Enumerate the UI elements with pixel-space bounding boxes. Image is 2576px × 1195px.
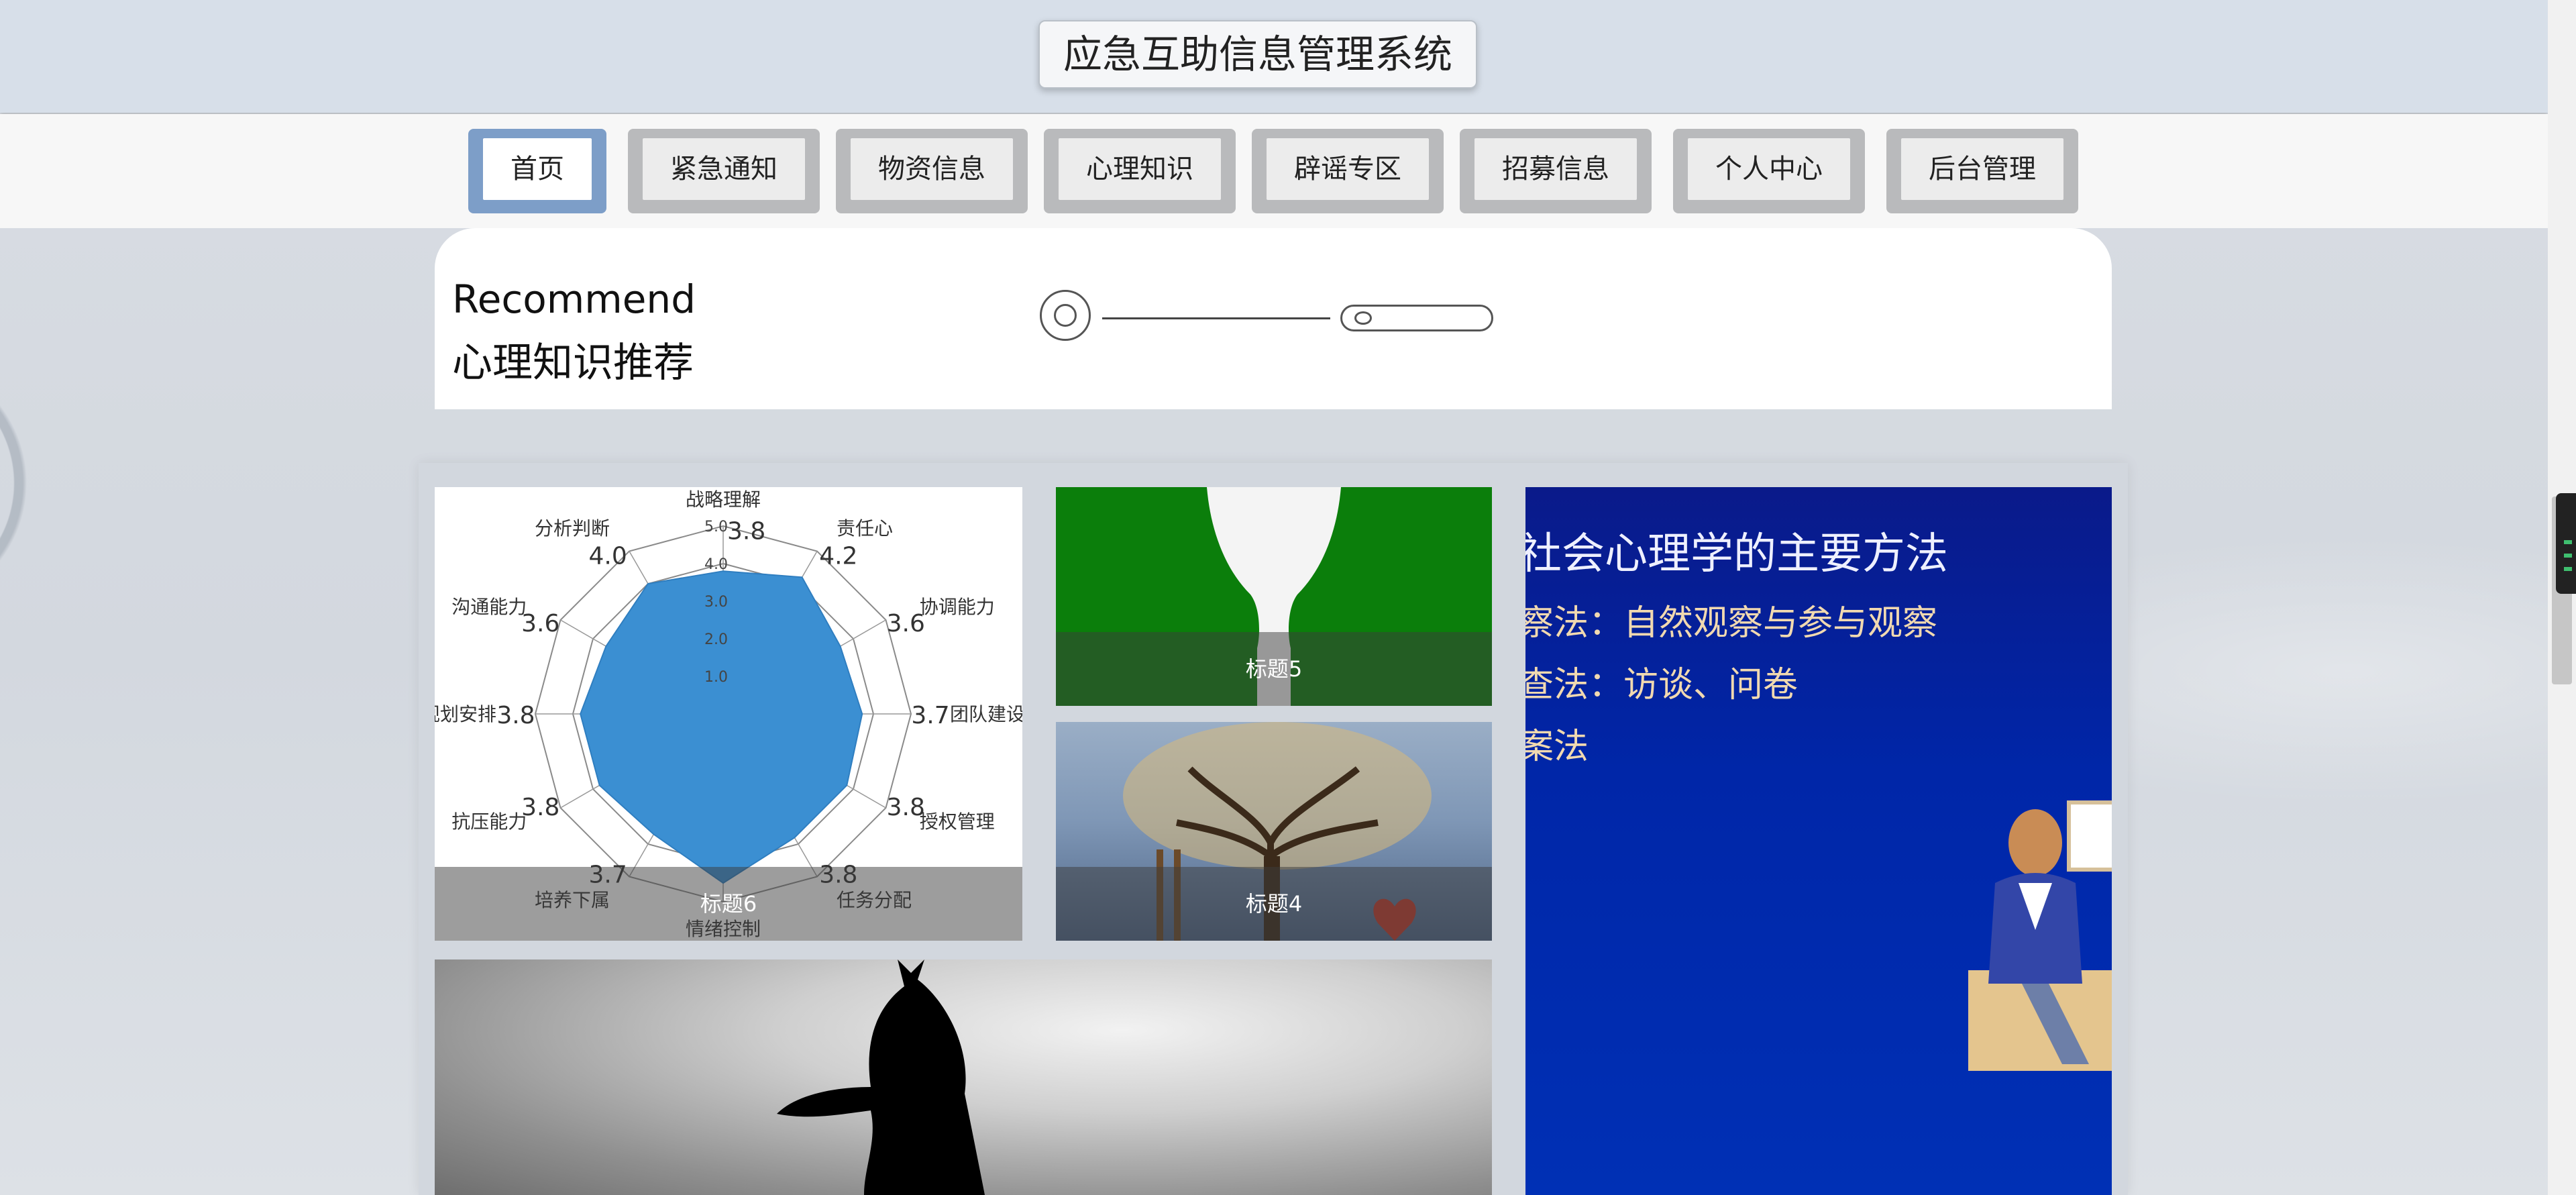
nav-recruitment-label: 招募信息 (1474, 138, 1637, 200)
teacher-illustration (1968, 800, 2112, 1071)
nav-personal-center-label: 个人中心 (1688, 138, 1850, 200)
radar-value-label: 3.6 (521, 610, 559, 637)
nav-emergency-notice-label: 紧急通知 (643, 138, 805, 200)
recommend-title-cn: 心理知识推荐 (452, 340, 694, 386)
recommend-gallery: 战略理解责任心协调能力团队建设授权管理任务分配情绪控制培养下属抗压能力规划安排沟… (419, 463, 2128, 1195)
radar-axis-label: 分析判断 (535, 517, 610, 539)
page-scrollbar[interactable] (2548, 0, 2576, 1195)
nav-home[interactable]: 首页 (468, 129, 606, 213)
radar-axis-label: 授权管理 (920, 811, 995, 833)
radar-scale-label: 3.0 (704, 594, 728, 611)
nav-recruitment[interactable]: 招募信息 (1460, 129, 1652, 213)
radar-axis-label: 战略理解 (686, 488, 761, 511)
recommend-title-en: Recommend (452, 276, 696, 322)
radar-value-label: 3.8 (727, 518, 765, 545)
radar-scale-label: 4.0 (704, 556, 728, 573)
gallery-tile-cat[interactable] (435, 959, 1492, 1195)
gallery-caption: 标题6 (435, 867, 1022, 941)
nav-personal-center[interactable]: 个人中心 (1673, 129, 1865, 213)
nav-supplies[interactable]: 物资信息 (836, 129, 1028, 213)
gallery-caption: 标题4 (1056, 867, 1492, 941)
radar-value-label: 3.7 (911, 702, 949, 729)
social-psychology-slide-image: 社会心理学的主要方法 察法：自然观察与参与观察 查法：访谈、问卷 案法 (1525, 487, 2112, 1195)
radar-area (580, 570, 863, 884)
radar-axis-label: 抗压能力 (451, 811, 527, 833)
decorative-inner-ring (1054, 304, 1077, 327)
recommend-section: Recommend 心理知识推荐 (435, 228, 2112, 409)
cat-silhouette-image (777, 959, 985, 1195)
decorative-pill-dot (1354, 311, 1372, 325)
radar-scale-label: 1.0 (704, 669, 728, 686)
nav-psychology-label: 心理知识 (1059, 138, 1221, 200)
nav-supplies-label: 物资信息 (851, 138, 1013, 200)
nav-admin-label: 后台管理 (1901, 138, 2063, 200)
radar-axis-label: 规划安排 (435, 703, 496, 725)
gallery-tile-radar[interactable]: 战略理解责任心协调能力团队建设授权管理任务分配情绪控制培养下属抗压能力规划安排沟… (435, 487, 1022, 941)
site-title: 应急互助信息管理系统 (1038, 20, 1477, 89)
main-nav: 首页 紧急通知 物资信息 心理知识 辟谣专区 招募信息 个人中心 后台管理 (0, 114, 2548, 228)
radar-axis-label: 团队建设 (950, 703, 1022, 725)
top-header: 应急互助信息管理系统 (0, 0, 2548, 113)
radar-value-label: 4.0 (589, 542, 627, 570)
decorative-pill-icon (1340, 305, 1493, 331)
radar-scale-label: 2.0 (704, 631, 728, 648)
gallery-tile-green[interactable]: 标题5 (1056, 487, 1492, 706)
widget-indicator (2564, 540, 2572, 544)
gallery-caption: 标题5 (1056, 632, 1492, 706)
nav-home-label: 首页 (483, 138, 592, 200)
radar-value-label: 3.8 (496, 702, 535, 729)
radar-value-label: 3.6 (887, 610, 925, 637)
gallery-tile-slide[interactable]: 社会心理学的主要方法 察法：自然观察与参与观察 查法：访谈、问卷 案法 (1525, 487, 2112, 1195)
widget-indicator (2564, 554, 2572, 558)
decorative-ring-icon (1040, 290, 1091, 341)
nav-emergency-notice[interactable]: 紧急通知 (628, 129, 820, 213)
radar-axis-label: 沟通能力 (451, 596, 527, 618)
radar-value-label: 4.2 (819, 542, 857, 570)
nav-psychology[interactable]: 心理知识 (1044, 129, 1236, 213)
widget-indicator (2564, 567, 2572, 571)
gallery-tile-tree[interactable]: 标题4 (1056, 722, 1492, 941)
side-floating-widget[interactable] (2556, 493, 2576, 594)
radar-axis-label: 协调能力 (920, 596, 995, 618)
radar-value-label: 3.8 (887, 794, 925, 821)
nav-rumor-debunk[interactable]: 辟谣专区 (1252, 129, 1444, 213)
nav-admin[interactable]: 后台管理 (1886, 129, 2078, 213)
radar-scale-label: 5.0 (704, 519, 728, 535)
nav-rumor-debunk-label: 辟谣专区 (1267, 138, 1429, 200)
radar-axis-label: 责任心 (837, 517, 893, 539)
decorative-line (1102, 317, 1330, 319)
radar-value-label: 3.8 (521, 794, 559, 821)
